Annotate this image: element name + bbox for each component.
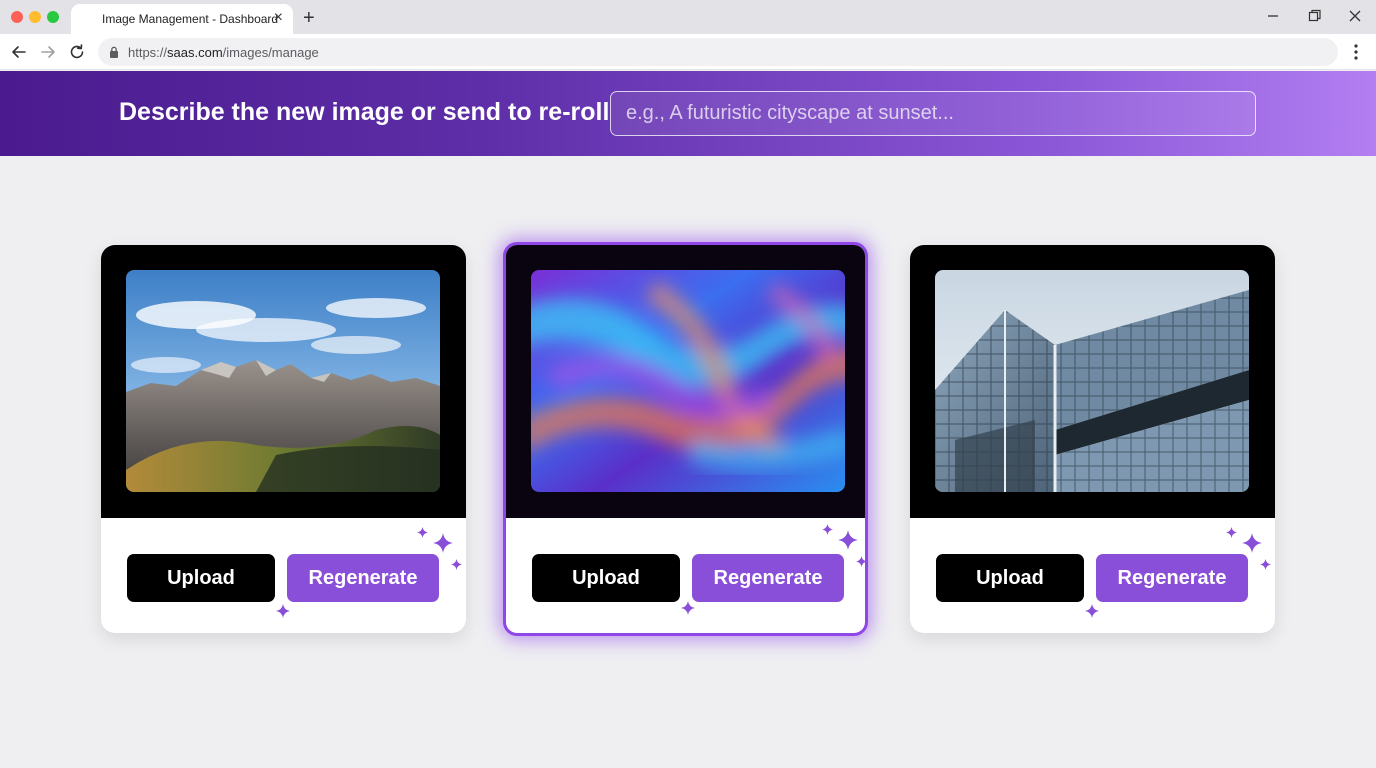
prompt-banner: Describe the new image or send to re-rol…: [0, 71, 1376, 156]
restore-icon[interactable]: [1303, 6, 1325, 26]
upload-button[interactable]: Upload: [532, 554, 680, 602]
back-arrow-icon[interactable]: [9, 42, 29, 62]
upload-button[interactable]: Upload: [936, 554, 1084, 602]
window-minimize-dot[interactable]: [29, 11, 41, 23]
sparkle-icon: [276, 604, 290, 618]
sparkle-icon: [417, 527, 428, 538]
browser-tab-bar: Image Management - Dashboard × +: [0, 0, 1376, 34]
window-close-dot[interactable]: [11, 11, 23, 23]
image-card-selected[interactable]: Upload Regenerate: [503, 242, 868, 636]
sparkle-icon: [838, 530, 858, 550]
new-tab-button[interactable]: +: [303, 6, 315, 30]
sparkle-icon: [856, 556, 865, 567]
image-card[interactable]: Upload Regenerate: [910, 245, 1275, 633]
close-window-icon[interactable]: [1344, 6, 1366, 26]
url-field[interactable]: https://saas.com/images/manage: [98, 38, 1338, 66]
abstract-gradient-image: [531, 270, 845, 492]
sparkle-icon: [1242, 533, 1262, 553]
card-actions: Upload Regenerate: [101, 518, 466, 633]
upload-button[interactable]: Upload: [127, 554, 275, 602]
reload-icon[interactable]: [67, 42, 87, 62]
sparkle-icon: [1085, 604, 1099, 618]
sparkle-icon: [451, 559, 462, 570]
regenerate-button[interactable]: Regenerate: [692, 554, 844, 602]
more-vert-icon[interactable]: [1348, 43, 1364, 61]
building-image: [935, 270, 1249, 492]
browser-tab[interactable]: Image Management - Dashboard ×: [71, 4, 293, 34]
sparkle-icon: [822, 524, 833, 535]
sparkle-icon: [433, 533, 453, 553]
card-actions: Upload Regenerate: [506, 518, 865, 633]
prompt-input[interactable]: [610, 91, 1256, 136]
card-actions: Upload Regenerate: [910, 518, 1275, 633]
sparkle-icon: [1260, 559, 1271, 570]
url-text: https://saas.com/images/manage: [128, 45, 319, 60]
lock-icon: [110, 46, 118, 58]
sparkle-icon: [681, 601, 695, 615]
sparkle-icon: [1226, 527, 1237, 538]
image-frame: [506, 245, 865, 518]
tab-close-icon[interactable]: ×: [274, 9, 283, 27]
regenerate-button[interactable]: Regenerate: [287, 554, 439, 602]
image-frame: [910, 245, 1275, 518]
image-card[interactable]: Upload Regenerate: [101, 245, 466, 633]
regenerate-button[interactable]: Regenerate: [1096, 554, 1248, 602]
tab-title: Image Management - Dashboard: [102, 12, 279, 26]
forward-arrow-icon[interactable]: [38, 42, 58, 62]
window-zoom-dot[interactable]: [47, 11, 59, 23]
banner-title: Describe the new image or send to re-rol…: [119, 98, 610, 126]
image-frame: [101, 245, 466, 518]
mountain-image: [126, 270, 440, 492]
minimize-icon[interactable]: [1262, 6, 1284, 26]
browser-address-bar: https://saas.com/images/manage: [0, 34, 1376, 70]
